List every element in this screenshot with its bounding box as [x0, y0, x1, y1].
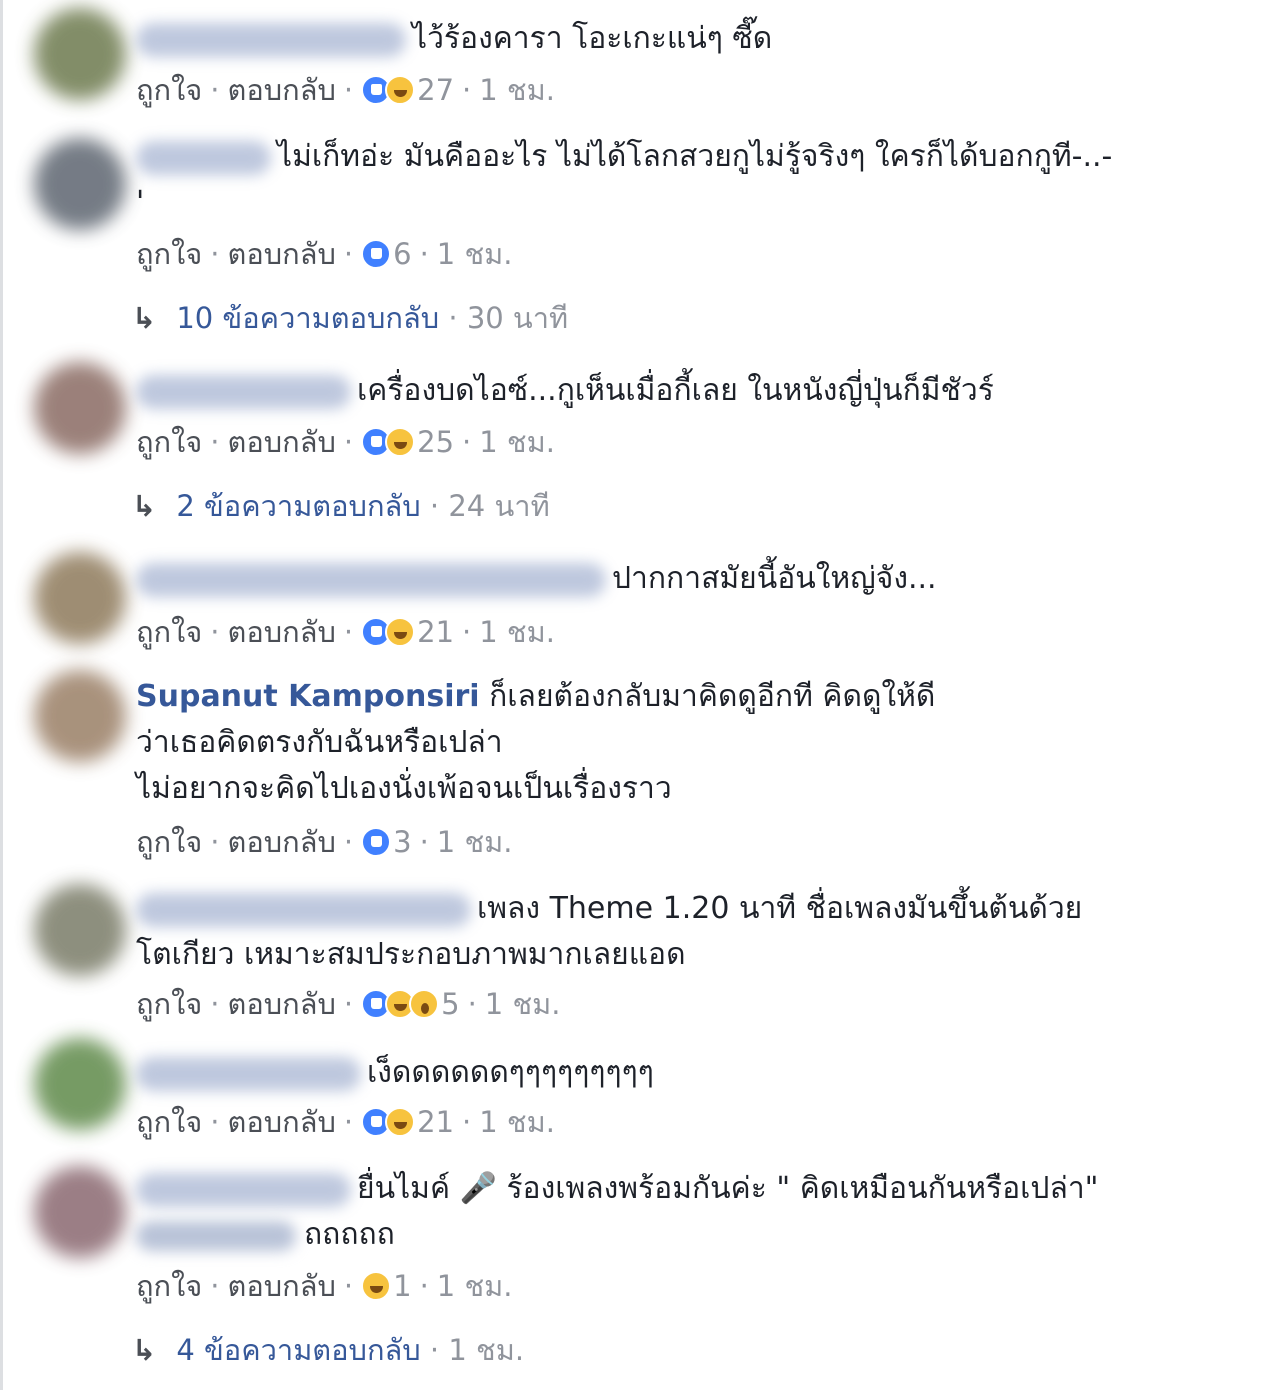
avatar[interactable] — [34, 138, 126, 230]
reply-link[interactable]: ตอบกลับ — [228, 422, 336, 462]
reactions-summary[interactable] — [361, 239, 392, 269]
view-replies-link[interactable]: ↳ 2 ข้อความตอบกลับ · 24 นาที — [132, 486, 550, 526]
comment-text: เง็ดดดดดดๆๆๆๆๆๆๆๆๆ — [367, 1055, 654, 1090]
comment-time[interactable]: 1 ชม. — [479, 612, 555, 652]
like-link[interactable]: ถูกใจ — [136, 70, 202, 110]
like-link[interactable]: ถูกใจ — [136, 234, 202, 274]
commenter-name-blurred[interactable] — [136, 892, 471, 927]
like-link[interactable]: ถูกใจ — [136, 1102, 202, 1142]
reactions-summary[interactable] — [361, 75, 416, 105]
reply-link[interactable]: ตอบกลับ — [228, 1266, 336, 1306]
comment-text-line-2: โตเกียว เหมาะสมประกอบภาพมากเลยแอด — [136, 937, 686, 972]
haha-reaction-icon — [385, 1107, 416, 1137]
comment-time[interactable]: 1 ชม. — [479, 70, 555, 110]
reactions-summary[interactable] — [361, 1271, 392, 1301]
reply-arrow-icon: ↳ — [132, 1333, 157, 1367]
thread-left-border — [0, 0, 3, 1390]
reply-arrow-icon: ↳ — [132, 301, 157, 335]
avatar[interactable] — [34, 670, 126, 762]
comment-actions: ถูกใจ · ตอบกลับ · 21 · 1 ชม. — [136, 1102, 555, 1142]
view-replies-link[interactable]: ↳ 4 ข้อความตอบกลับ · 1 ชม. — [132, 1330, 524, 1370]
reactions-summary[interactable] — [361, 827, 392, 857]
view-replies-link[interactable]: ↳ 10 ข้อความตอบกลับ · 30 นาที — [132, 298, 568, 338]
comment-actions: ถูกใจ · ตอบกลับ · 25 · 1 ชม. — [136, 422, 555, 462]
like-reaction-icon — [361, 239, 392, 269]
avatar[interactable] — [34, 8, 126, 100]
commenter-name[interactable]: Supanut Kamponsiri — [136, 679, 480, 714]
wow-reaction-icon — [409, 989, 440, 1019]
comment-time[interactable]: 1 ชม. — [437, 822, 513, 862]
comment-time[interactable]: 1 ชม. — [479, 422, 555, 462]
comment-time[interactable]: 1 ชม. — [485, 984, 561, 1024]
comment-text: ไม่เก็ทอ่ะ มันคืออะไร ไม่ได้โลกสวยกูไม่ร… — [277, 139, 1113, 174]
reaction-count[interactable]: 25 — [417, 422, 454, 462]
reply-link[interactable]: ตอบกลับ — [228, 70, 336, 110]
comment-text-line-3: ไม่อยากจะคิดไปเองนั่งเพ้อจนเป็นเรื่องราว — [136, 771, 672, 806]
like-link[interactable]: ถูกใจ — [136, 822, 202, 862]
reactions-summary[interactable] — [361, 617, 416, 647]
reactions-summary[interactable] — [361, 989, 440, 1019]
commenter-name-blurred[interactable] — [136, 1056, 361, 1091]
comment-text-line-2: ' — [136, 185, 145, 220]
comment-time[interactable]: 1 ชม. — [437, 1266, 513, 1306]
like-link[interactable]: ถูกใจ — [136, 984, 202, 1024]
reaction-count[interactable]: 21 — [417, 1102, 454, 1142]
comment-actions: ถูกใจ · ตอบกลับ · 6 · 1 ชม. — [136, 234, 512, 274]
comment-text: ก็เลยต้องกลับมาคิดดูอีกที คิดดูให้ดี — [489, 679, 936, 714]
comment-actions: ถูกใจ · ตอบกลับ · 21 · 1 ชม. — [136, 612, 555, 652]
reply-link[interactable]: ตอบกลับ — [228, 984, 336, 1024]
reaction-count[interactable]: 1 — [393, 1266, 411, 1306]
comment-time[interactable]: 1 ชม. — [437, 234, 513, 274]
avatar[interactable] — [34, 884, 126, 976]
comment-text: ยื่นไมค์ 🎤 ร้องเพลงพร้อมกันค่ะ " คิดเหมื… — [357, 1171, 1099, 1206]
comment-actions: ถูกใจ · ตอบกลับ · 1 · 1 ชม. — [136, 1266, 512, 1306]
comment-text-line-2: ว่าเธอคิดตรงกับฉันหรือเปล่า — [136, 725, 503, 760]
comment-text: เครื่องบดไอซ์...กูเห็นเมื่อกี้เลย ในหนัง… — [357, 373, 994, 408]
reactions-summary[interactable] — [361, 427, 416, 457]
comment-text: ปากกาสมัยนี้อันใหญ่จัง... — [612, 561, 937, 596]
comment-actions: ถูกใจ · ตอบกลับ · 3 · 1 ชม. — [136, 822, 512, 862]
blurred-mention — [136, 1220, 296, 1251]
commenter-name-blurred[interactable] — [136, 562, 606, 597]
reply-link[interactable]: ตอบกลับ — [228, 822, 336, 862]
reactions-summary[interactable] — [361, 1107, 416, 1137]
comment-actions: ถูกใจ · ตอบกลับ · 27 · 1 ชม. — [136, 70, 555, 110]
haha-reaction-icon — [361, 1271, 392, 1301]
like-link[interactable]: ถูกใจ — [136, 1266, 202, 1306]
haha-reaction-icon — [385, 427, 416, 457]
reply-link[interactable]: ตอบกลับ — [228, 1102, 336, 1142]
haha-reaction-icon — [385, 75, 416, 105]
comment-text: ไว้ร้องคารา โอะเกะแน่ๆ ซี๊ด — [412, 21, 773, 56]
avatar[interactable] — [34, 1166, 126, 1258]
reaction-count[interactable]: 27 — [417, 70, 454, 110]
avatar[interactable] — [34, 1038, 126, 1130]
comment-time[interactable]: 1 ชม. — [479, 1102, 555, 1142]
like-reaction-icon — [361, 827, 392, 857]
reaction-count[interactable]: 3 — [393, 822, 411, 862]
commenter-name-blurred[interactable] — [136, 374, 351, 409]
reply-link[interactable]: ตอบกลับ — [228, 612, 336, 652]
reaction-count[interactable]: 6 — [393, 234, 411, 274]
reaction-count[interactable]: 5 — [441, 984, 459, 1024]
comment-text-line-2: ถถถถถ — [304, 1217, 395, 1252]
reaction-count[interactable]: 21 — [417, 612, 454, 652]
avatar[interactable] — [34, 552, 126, 644]
comment-text: เพลง Theme 1.20 นาที ชื่อเพลงมันขึ้นต้นด… — [477, 891, 1083, 926]
reply-arrow-icon: ↳ — [132, 489, 157, 523]
haha-reaction-icon — [385, 617, 416, 647]
like-link[interactable]: ถูกใจ — [136, 612, 202, 652]
commenter-name-blurred[interactable] — [136, 22, 406, 57]
avatar[interactable] — [34, 362, 126, 454]
comment-actions: ถูกใจ · ตอบกลับ · 5 · 1 ชม. — [136, 984, 560, 1024]
reply-link[interactable]: ตอบกลับ — [228, 234, 336, 274]
like-link[interactable]: ถูกใจ — [136, 422, 202, 462]
commenter-name-blurred[interactable] — [136, 1172, 351, 1207]
commenter-name-blurred[interactable] — [136, 140, 271, 175]
